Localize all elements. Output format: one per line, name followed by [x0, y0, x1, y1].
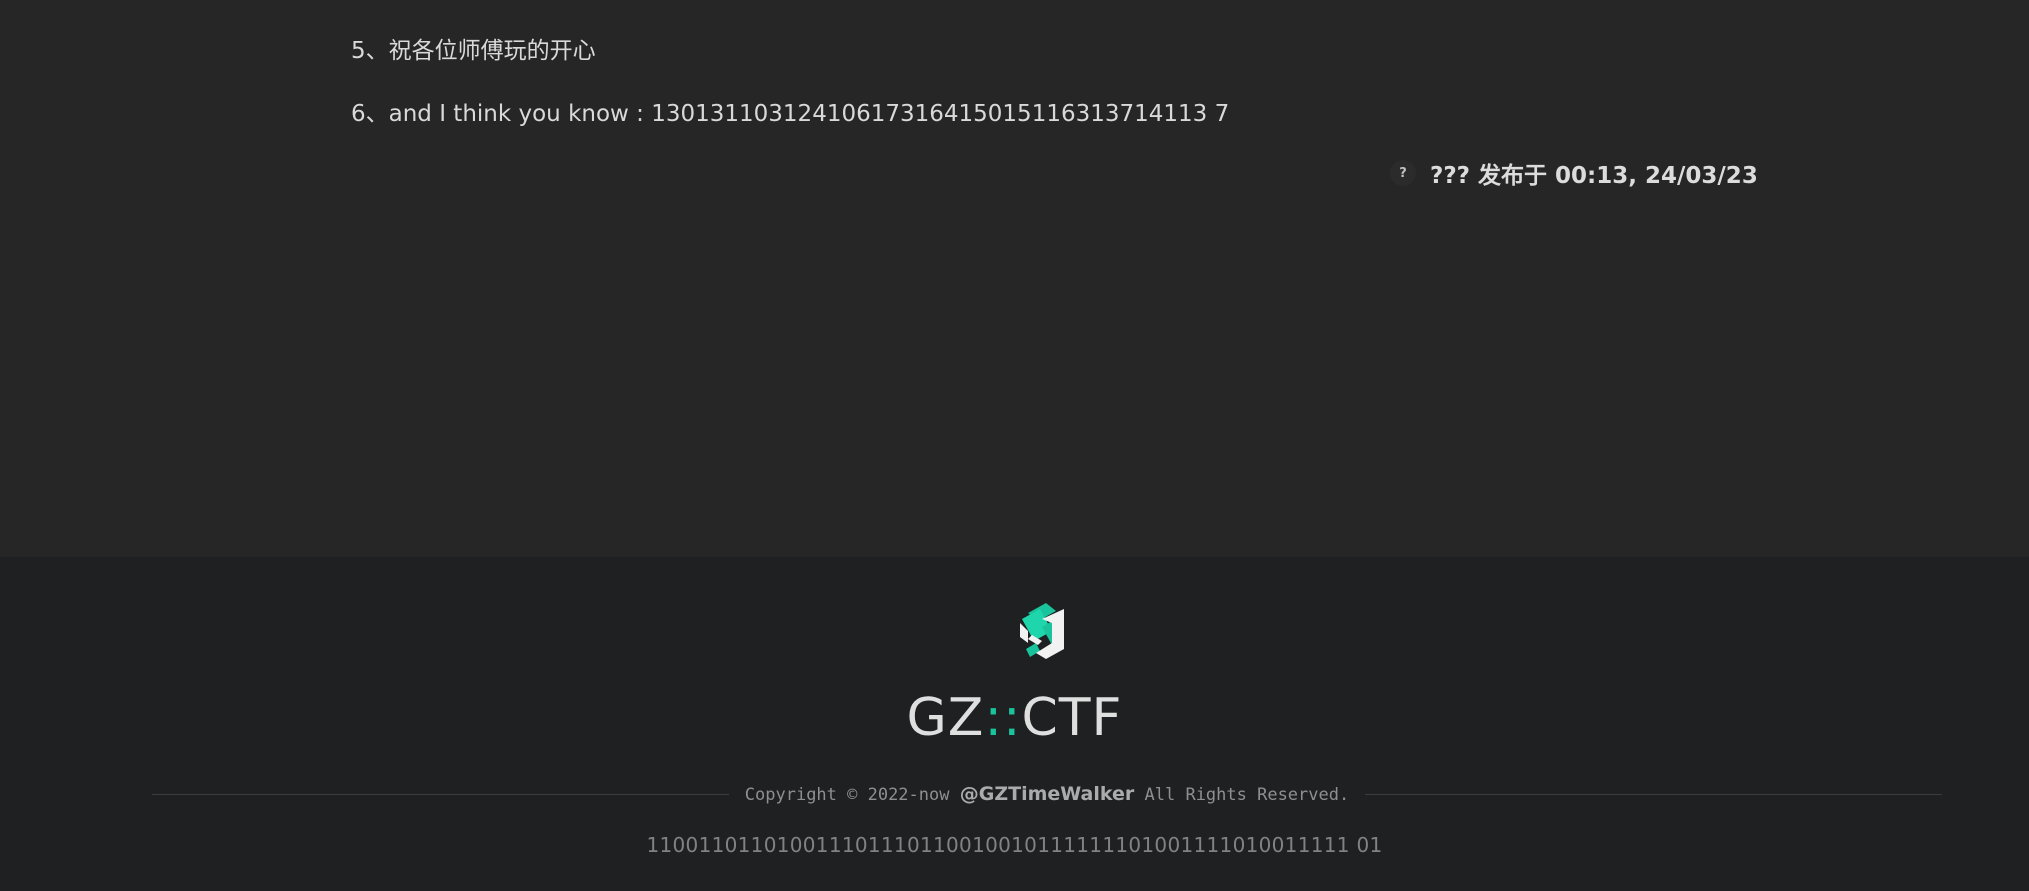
divider-left — [152, 793, 729, 795]
page: 5、祝各位师傅玩的开心 6、and I think you know : 130… — [0, 0, 2029, 891]
post-line-6: 6、and I think you know : 130131103124106… — [351, 101, 1230, 127]
author-meta: ??? 发布于 00:13, 24/03/23 — [1430, 163, 1758, 189]
post-line-5: 5、祝各位师傅玩的开心 — [351, 38, 596, 64]
divider-right — [1365, 793, 1942, 795]
binary-string: 1100110110100111011101100100101111111010… — [646, 833, 1383, 857]
brand-right: CTF — [1021, 688, 1123, 748]
brand-logo-text: GZ::CTF — [0, 688, 2029, 748]
brand-left: GZ — [906, 688, 985, 748]
avatar[interactable]: ? — [1390, 160, 1416, 186]
footer: GZ::CTF Copyright © 2022-now @GZTimeWalk… — [0, 557, 2029, 891]
brand-separator: :: — [984, 688, 1022, 748]
copyright-row: Copyright © 2022-now @GZTimeWalker All R… — [152, 783, 1942, 805]
author-link[interactable]: @GZTimeWalker — [960, 783, 1135, 805]
post-content: 5、祝各位师傅玩的开心 6、and I think you know : 130… — [0, 0, 2029, 557]
copyright-prefix: Copyright © 2022-now — [744, 785, 950, 805]
copyright: Copyright © 2022-now @GZTimeWalker All R… — [729, 783, 1365, 805]
copyright-suffix: All Rights Reserved. — [1144, 785, 1350, 805]
gzctf-logo-icon — [1020, 603, 1064, 659]
post-author: ? ??? 发布于 00:13, 24/03/23 — [1390, 156, 1758, 190]
